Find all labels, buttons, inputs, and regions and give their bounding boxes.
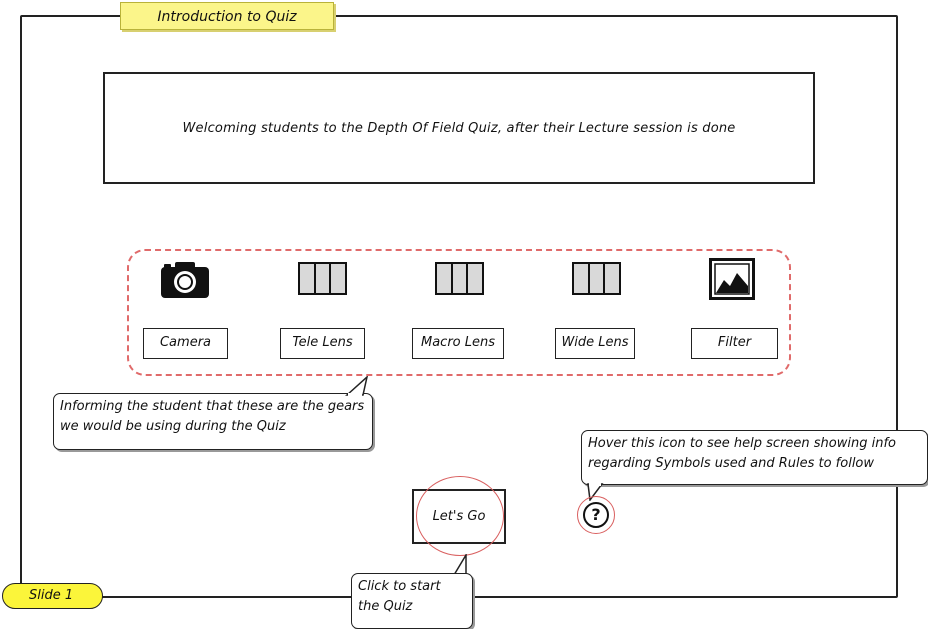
help-note-text: Hover this icon to see help screen showi… [588, 436, 897, 471]
gears-note-tail [345, 376, 368, 396]
lens-icon [435, 262, 484, 295]
page-title: Introduction to Quiz [120, 2, 334, 30]
lets-go-button[interactable]: Let's Go [412, 489, 506, 544]
gear-label-tele-lens: Tele Lens [280, 328, 365, 359]
welcome-message-box: Welcoming students to the Depth Of Field… [103, 72, 815, 184]
gears-note-callout: Informing the student that these are the… [53, 393, 373, 450]
welcome-text: Welcoming students to the Depth Of Field… [182, 120, 736, 136]
image-icon [709, 258, 755, 300]
help-note-tail [587, 483, 604, 501]
slide-label: Slide 1 [2, 583, 103, 609]
help-icon[interactable]: ? [583, 502, 609, 528]
gear-label-camera: Camera [143, 328, 228, 359]
camera-icon [161, 262, 209, 298]
lens-icon [298, 262, 347, 295]
help-note-callout: Hover this icon to see help screen showi… [581, 430, 928, 485]
start-note-callout: Click to start the Quiz [351, 573, 473, 629]
gear-label-filter: Filter [691, 328, 778, 359]
gears-note-text: Informing the student that these are the… [60, 399, 365, 434]
start-note-text: Click to start the Quiz [358, 579, 441, 614]
gear-label-macro-lens: Macro Lens [412, 328, 504, 359]
gear-label-wide-lens: Wide Lens [555, 328, 635, 359]
lens-icon [572, 262, 621, 295]
